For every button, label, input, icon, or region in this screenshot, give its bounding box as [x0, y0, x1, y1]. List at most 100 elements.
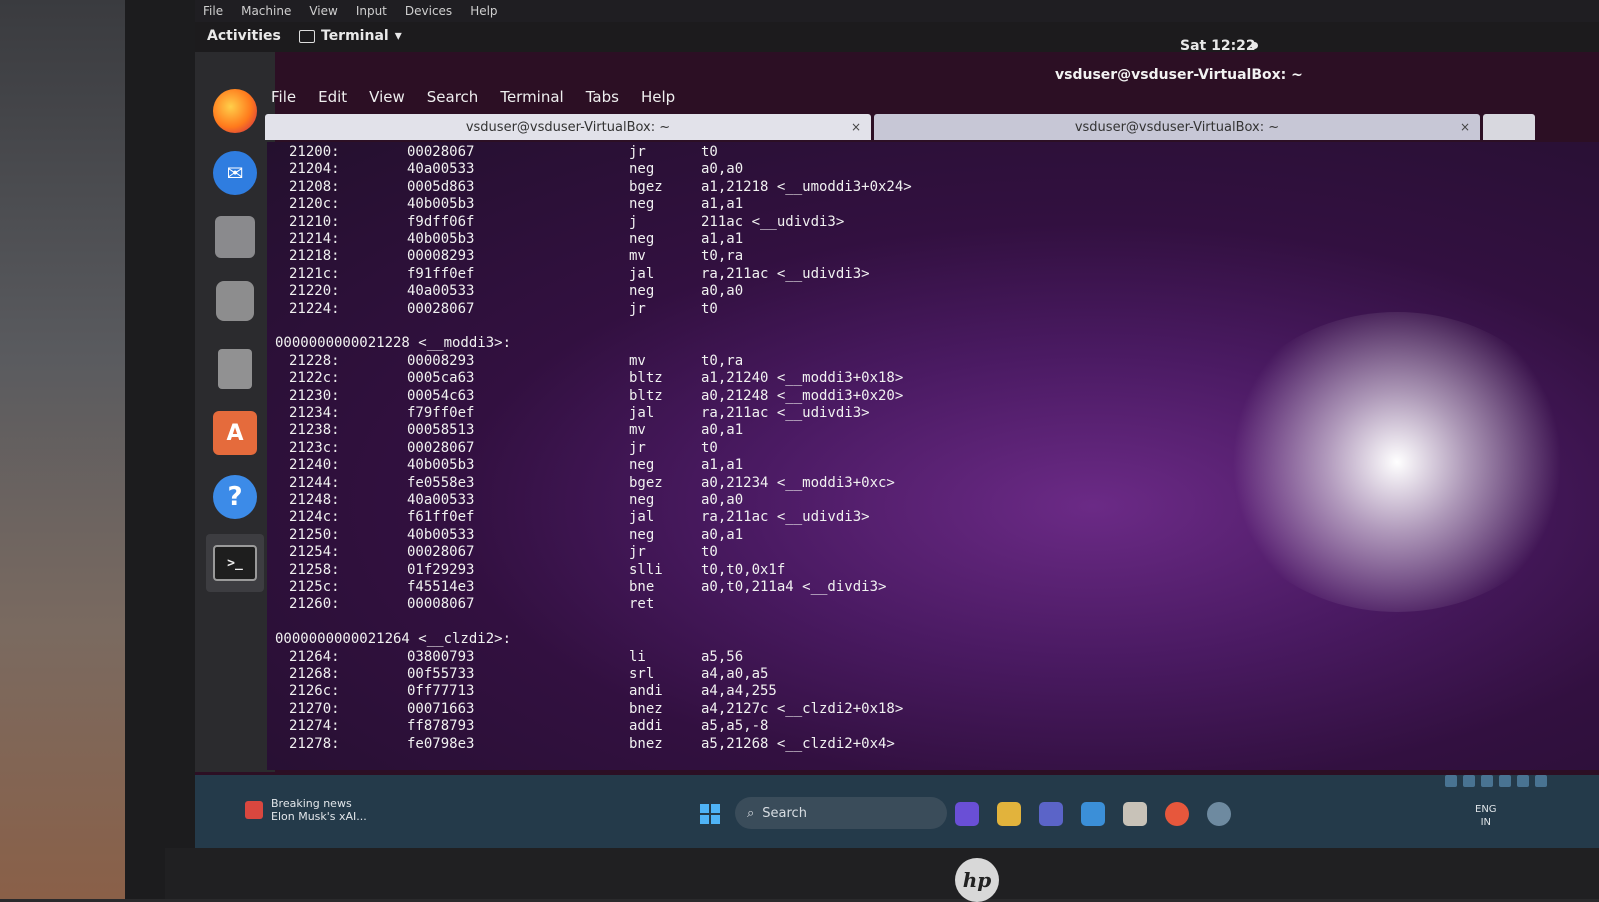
terminal-small-icon [299, 29, 315, 43]
start-button[interactable] [700, 804, 720, 824]
chevron-down-icon: ▾ [394, 28, 402, 44]
disasm-opcode: 00058513 [407, 422, 475, 439]
usb-icon[interactable] [1481, 775, 1493, 787]
disasm-opcode: 0ff77713 [407, 683, 475, 700]
vscode-icon[interactable] [1081, 802, 1105, 826]
disasm-operands: a1,a1 [701, 457, 744, 474]
disasm-address: 21200: [289, 144, 340, 160]
virtualbox-menubar: File Machine View Input Devices Help [195, 0, 1599, 22]
optical-icon[interactable] [1463, 775, 1475, 787]
disasm-address: 21244: [289, 474, 340, 491]
display-icon[interactable] [1535, 775, 1547, 787]
menu-help[interactable]: Help [641, 88, 675, 106]
news-subtitle: Elon Musk's xAI... [271, 810, 367, 823]
close-icon[interactable]: × [1460, 120, 1470, 134]
shared-folder-icon[interactable] [1517, 775, 1529, 787]
disasm-operands: a4,a4,255 [701, 683, 777, 700]
dock-files[interactable] [210, 212, 260, 262]
copilot-icon[interactable] [955, 802, 979, 826]
region-indicator: IN [1480, 817, 1491, 828]
function-header: 0000000000021264 <__clzdi2>: [275, 631, 512, 648]
disasm-address: 21234: [289, 405, 340, 421]
disasm-opcode: 40b005b3 [407, 457, 475, 474]
disasm-address: 21270: [289, 700, 340, 717]
menu-search[interactable]: Search [427, 88, 479, 106]
close-icon[interactable]: × [851, 120, 861, 134]
disasm-address: 21220: [289, 283, 340, 300]
disasm-mnemonic: ret [629, 596, 655, 613]
dock-thunderbird[interactable]: ✉ [210, 148, 260, 198]
vbox-menu-view[interactable]: View [309, 4, 337, 18]
disasm-operands: t0 [701, 544, 718, 561]
vbox-menu-machine[interactable]: Machine [241, 4, 291, 18]
tab-1[interactable]: vsduser@vsduser-VirtualBox: ~ × [265, 114, 871, 140]
notification-dot-icon [1251, 42, 1258, 49]
menu-tabs[interactable]: Tabs [586, 88, 619, 106]
menu-edit[interactable]: Edit [318, 88, 347, 106]
disasm-mnemonic: bltz [629, 370, 663, 387]
disasm-operands: a5,a5,-8 [701, 718, 769, 735]
dock-firefox[interactable] [210, 86, 260, 136]
disasm-opcode: 00028067 [407, 300, 475, 317]
disasm-opcode: f45514e3 [407, 579, 475, 595]
disasm-opcode: 40b005b3 [407, 196, 475, 213]
disasm-mnemonic: neg [629, 457, 655, 474]
disasm-address: 21210: [289, 213, 340, 230]
tab-2[interactable]: vsduser@vsduser-VirtualBox: ~ × [874, 114, 1480, 140]
system-tray[interactable]: ENG IN [1475, 803, 1497, 829]
disasm-opcode: 40a00533 [407, 492, 475, 508]
vbox-menu-file[interactable]: File [203, 4, 223, 18]
disasm-opcode: 0005ca63 [407, 370, 475, 387]
dock-writer[interactable] [210, 344, 260, 394]
screen-glare [1217, 312, 1577, 612]
vbox-menu-help[interactable]: Help [470, 4, 497, 18]
disasm-opcode: 00071663 [407, 700, 475, 717]
disasm-opcode: 00f55733 [407, 666, 475, 682]
dock-rhythmbox[interactable] [210, 276, 260, 326]
dock-software[interactable]: A [210, 408, 260, 458]
new-tab-button[interactable] [1483, 114, 1535, 140]
file-explorer-icon[interactable] [997, 802, 1021, 826]
app-menu-terminal[interactable]: Terminal ▾ [299, 28, 402, 44]
disasm-operands: t0 [701, 439, 718, 456]
disasm-mnemonic: mv [629, 352, 646, 369]
activities-button[interactable]: Activities [207, 28, 281, 44]
hdd-icon[interactable] [1445, 775, 1457, 787]
function-header: 0000000000021228 <__moddi3>: [275, 335, 512, 352]
disasm-opcode: f61ff0ef [407, 509, 475, 526]
disasm-mnemonic: slli [629, 561, 663, 578]
disasm-operands: t0 [701, 144, 718, 160]
vbox-menu-input[interactable]: Input [356, 4, 387, 18]
menu-view[interactable]: View [369, 88, 405, 106]
dock-help[interactable]: ? [210, 472, 260, 522]
virtualbox-icon[interactable] [1123, 802, 1147, 826]
disasm-operands: a4,2127c <__clzdi2+0x18> [701, 700, 904, 717]
teams-icon[interactable] [1039, 802, 1063, 826]
disasm-address: 21254: [289, 544, 340, 561]
vbox-menu-devices[interactable]: Devices [405, 4, 452, 18]
disasm-operands: ra,211ac <__udivdi3> [701, 405, 870, 421]
help-icon: ? [213, 475, 257, 519]
disasm-address: 2126c: [289, 683, 340, 700]
taskbar-search[interactable]: ⌕ Search [735, 797, 947, 829]
news-widget[interactable]: Breaking news Elon Musk's xAI... [245, 797, 367, 823]
disasm-opcode: 00028067 [407, 439, 475, 456]
disasm-operands: a5,56 [701, 648, 744, 665]
dock: ✉ A ? >_ [195, 52, 275, 772]
tab-label: vsduser@vsduser-VirtualBox: ~ [1074, 119, 1280, 135]
settings-icon[interactable] [1207, 802, 1231, 826]
clock[interactable]: Sat 12:22 [1180, 38, 1256, 54]
windows-taskbar: Breaking news Elon Musk's xAI... ⌕ Searc… [195, 775, 1599, 848]
chrome-icon[interactable] [1165, 802, 1189, 826]
menu-terminal[interactable]: Terminal [500, 88, 563, 106]
disasm-opcode: 00028067 [407, 544, 475, 561]
terminal-output[interactable]: 21200: 00028067 jr t0 21204: 40a00533 neg a0,a0… [267, 142, 1599, 770]
disasm-operands: a4,a0,a5 [701, 666, 769, 682]
disasm-address: 21228: [289, 352, 340, 369]
menu-file[interactable]: File [271, 88, 296, 106]
disasm-mnemonic: li [629, 648, 646, 665]
disasm-opcode: f91ff0ef [407, 265, 475, 282]
network-icon[interactable] [1499, 775, 1511, 787]
files-icon [215, 216, 255, 258]
dock-terminal[interactable]: >_ [206, 534, 264, 592]
